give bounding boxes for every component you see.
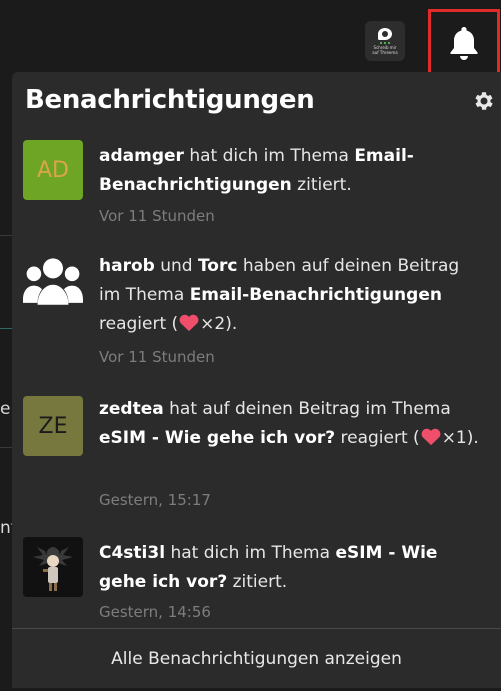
bell-icon (450, 26, 478, 60)
notification-text: adamger hat dich im Thema Email-Benachri… (99, 146, 414, 195)
chat-bubble-icon (378, 27, 392, 40)
notification-text: harob und Torc haben auf deinen Beitrag … (99, 256, 460, 334)
notification-item[interactable]: ZE zedtea hat auf deinen Beitrag im Them… (12, 395, 501, 520)
username: C4sti3l (99, 543, 166, 563)
app-icon-label: Schreib mir auf Threema (372, 44, 398, 55)
reaction-count: ×2 (200, 314, 226, 334)
reaction-count: ×1 (441, 428, 467, 448)
notification-item[interactable]: AD adamger hat dich im Thema Email-Benac… (12, 140, 501, 230)
show-all-notifications-link[interactable]: Alle Benachrichtigungen anzeigen (12, 629, 501, 688)
notification-time: Vor 11 Stunden (99, 348, 215, 366)
notification-item[interactable]: harob und Torc haben auf deinen Beitrag … (12, 252, 501, 377)
background-text-fragment: nt (0, 518, 12, 538)
notification-list: AD adamger hat dich im Thema Email-Benac… (12, 140, 501, 626)
notification-item[interactable]: C4sti3l hat dich im Thema eSIM - Wie geh… (12, 537, 501, 626)
heart-icon (179, 314, 199, 332)
notifications-bell-button[interactable] (428, 9, 500, 76)
top-header: Schreib mir auf Threema (0, 0, 501, 76)
background-text-fragment: e (0, 399, 11, 419)
topic-title: eSIM - Wie gehe ich vor? (99, 428, 336, 448)
avatar: ZE (23, 396, 83, 456)
heart-icon (421, 428, 441, 446)
background-divider (0, 328, 12, 329)
username: adamger (99, 146, 184, 166)
notification-settings-button[interactable] (471, 88, 497, 114)
notification-text: C4sti3l hat dich im Thema eSIM - Wie geh… (99, 543, 438, 592)
panel-title: Benachrichtigungen (25, 85, 315, 115)
avatar (23, 252, 83, 312)
avatar: AD (23, 140, 83, 200)
notification-time: Vor 11 Stunden (99, 207, 215, 225)
background-divider (0, 447, 12, 448)
background-divider (0, 235, 12, 236)
notification-time: Gestern, 14:56 (99, 603, 211, 621)
notification-time: Gestern, 15:17 (99, 491, 211, 509)
status-dots (380, 41, 390, 44)
notifications-panel: Benachrichtigungen AD adamger hat dich i… (12, 72, 501, 688)
group-icon (23, 258, 83, 305)
topic-title: Email-Benachrichtigungen (189, 285, 442, 305)
profile-image-icon (23, 537, 83, 597)
gear-icon (475, 92, 493, 110)
username: zedtea (99, 399, 164, 419)
username: Torc (197, 256, 238, 276)
notification-text: zedtea hat auf deinen Beitrag im Thema e… (99, 399, 479, 448)
username: harob (99, 256, 155, 276)
avatar (23, 537, 83, 597)
threema-app-button[interactable]: Schreib mir auf Threema (365, 21, 405, 61)
